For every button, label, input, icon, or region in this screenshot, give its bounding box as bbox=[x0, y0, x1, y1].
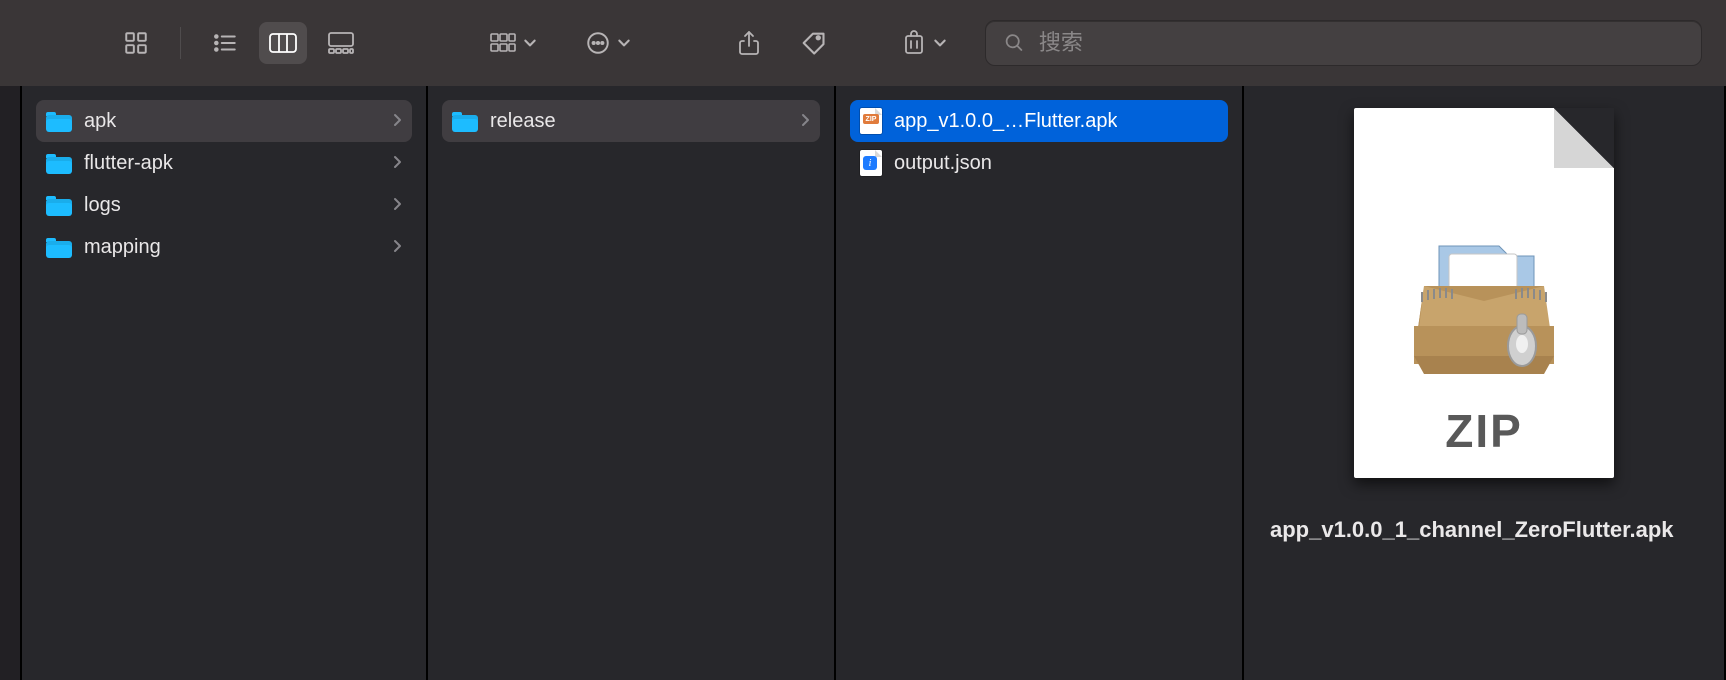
view-gallery[interactable] bbox=[317, 22, 365, 64]
folder-icon bbox=[452, 110, 478, 132]
list-item[interactable]: i output.json bbox=[850, 142, 1228, 184]
json-file-icon: i bbox=[860, 150, 882, 176]
chevron-right-icon bbox=[392, 194, 402, 217]
folder-icon bbox=[46, 194, 72, 216]
chevron-right-icon bbox=[392, 152, 402, 175]
share-button[interactable] bbox=[725, 22, 773, 64]
view-mode-group bbox=[112, 22, 365, 64]
item-label: flutter-apk bbox=[84, 152, 173, 175]
search-input[interactable] bbox=[1039, 30, 1683, 56]
column-2: release bbox=[428, 86, 836, 680]
list-item[interactable]: release bbox=[442, 100, 820, 142]
list-item[interactable]: flutter-apk bbox=[36, 142, 412, 184]
column-3: ZIP app_v1.0.0_…Flutter.apk i output.jso… bbox=[836, 86, 1244, 680]
item-label: mapping bbox=[84, 236, 161, 259]
item-label: release bbox=[490, 110, 556, 133]
item-label: output.json bbox=[894, 152, 992, 175]
column-browser: apk flutter-apk logs mapping bbox=[0, 86, 1726, 680]
tags-button[interactable] bbox=[789, 22, 837, 64]
folder-icon bbox=[46, 152, 72, 174]
chevron-right-icon bbox=[392, 236, 402, 259]
item-label: app_v1.0.0_…Flutter.apk bbox=[894, 110, 1117, 133]
list-item[interactable]: logs bbox=[36, 184, 412, 226]
chevron-right-icon bbox=[800, 110, 810, 133]
search-box[interactable] bbox=[985, 20, 1702, 66]
preview-kind-label: ZIP bbox=[1445, 404, 1523, 458]
quick-actions-dropdown[interactable] bbox=[897, 22, 951, 64]
column-gutter bbox=[0, 86, 22, 680]
preview-pane: ZIP app_v1.0.0_1_channel_ZeroFlutter.apk bbox=[1244, 86, 1726, 680]
archive-box-icon bbox=[1394, 206, 1574, 396]
action-dropdown[interactable] bbox=[581, 22, 635, 64]
list-item[interactable]: apk bbox=[36, 100, 412, 142]
chevron-down-icon bbox=[523, 36, 537, 50]
group-by-dropdown[interactable] bbox=[485, 22, 541, 64]
column-1: apk flutter-apk logs mapping bbox=[22, 86, 428, 680]
chevron-right-icon bbox=[392, 110, 402, 133]
view-icon-grid[interactable] bbox=[112, 22, 160, 64]
list-item[interactable]: mapping bbox=[36, 226, 412, 268]
view-list[interactable] bbox=[201, 22, 249, 64]
preview-filename: app_v1.0.0_1_channel_ZeroFlutter.apk bbox=[1270, 514, 1698, 546]
preview-thumbnail: ZIP bbox=[1354, 108, 1614, 478]
item-label: logs bbox=[84, 194, 121, 217]
zip-file-icon: ZIP bbox=[860, 108, 882, 134]
search-icon bbox=[1004, 32, 1025, 54]
list-item[interactable]: ZIP app_v1.0.0_…Flutter.apk bbox=[850, 100, 1228, 142]
chevron-down-icon bbox=[617, 36, 631, 50]
toolbar-divider bbox=[180, 27, 181, 59]
folder-icon bbox=[46, 236, 72, 258]
folder-icon bbox=[46, 110, 72, 132]
view-columns[interactable] bbox=[259, 22, 307, 64]
toolbar bbox=[0, 0, 1726, 86]
chevron-down-icon bbox=[933, 36, 947, 50]
item-label: apk bbox=[84, 110, 116, 133]
